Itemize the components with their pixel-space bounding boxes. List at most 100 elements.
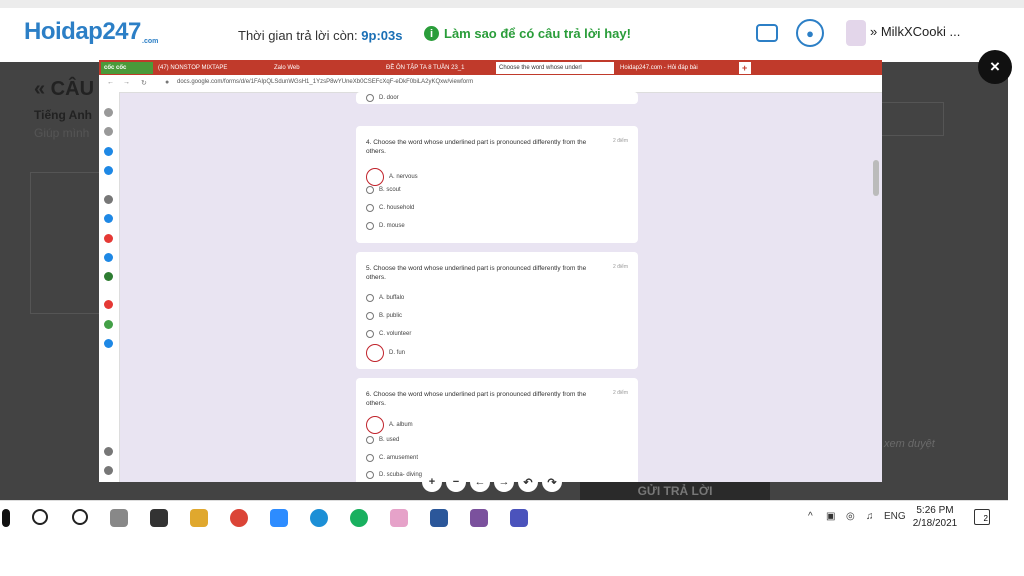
paint-icon[interactable] [390, 509, 408, 527]
task-view-icon[interactable] [110, 509, 128, 527]
option-row: A. nervous [366, 168, 418, 186]
reload-icon: ↻ [141, 80, 147, 87]
radio-icon [366, 94, 374, 102]
settings-icon [104, 108, 113, 117]
zoom-out-icon[interactable]: − [446, 472, 466, 492]
edge-icon[interactable] [310, 509, 328, 527]
zalo-icon [104, 166, 113, 175]
radio-icon [366, 222, 374, 230]
game-icon [104, 320, 113, 329]
word-icon[interactable] [430, 509, 448, 527]
browser-sidebar [99, 92, 120, 482]
tray-monitor-icon[interactable]: ▣ [826, 511, 835, 522]
chrome-icon[interactable] [230, 509, 248, 527]
tab-form: Choose the word whose underl [496, 62, 614, 74]
address-bar: ← → ↻ ● docs.google.com/forms/d/e/1FAIpQ… [99, 75, 882, 93]
circled-radio-icon [366, 344, 384, 362]
option-label: D. mouse [379, 223, 405, 229]
option-label: D. scuba- diving [379, 472, 423, 478]
option-row: B. scout [366, 186, 401, 194]
add-icon [104, 195, 113, 204]
radio-icon [366, 330, 374, 338]
avatar[interactable] [846, 20, 866, 46]
option-label: A. nervous [389, 174, 418, 180]
option-row: D. fun [366, 344, 405, 362]
history-icon [104, 127, 113, 136]
option-row: B. used [366, 436, 399, 444]
zoom-in-icon[interactable]: + [422, 472, 442, 492]
notification-center-icon[interactable]: 2 [974, 509, 990, 525]
answer-timer: Thời gian trả lời còn: 9p:03s [238, 28, 402, 43]
wifi-icon[interactable]: ◎ [846, 511, 855, 522]
radio-icon [366, 454, 374, 462]
subject-label: Tiếng Anh [34, 108, 92, 122]
tray-chevron-icon[interactable]: ^ [808, 511, 813, 522]
option-label: C. household [379, 205, 415, 211]
music-icon [104, 272, 113, 281]
option-row: B. public [366, 312, 402, 320]
option-label: A. buffalo [379, 295, 405, 301]
close-button[interactable]: × [978, 50, 1012, 84]
option-row: D. mouse [366, 222, 405, 230]
rotate-left-icon[interactable]: ↶ [518, 472, 538, 492]
tab-hoidap: Hoidap247.com - Hỏi đáp bài [620, 65, 698, 71]
volume-icon[interactable]: ♫ [866, 511, 874, 522]
page-title: « CÂU [34, 78, 95, 100]
attached-screenshot: cốc cốc (47) NONSTOP MIXTAPE Zalo Web ĐỀ… [99, 60, 882, 482]
rotate-right-icon[interactable]: ↷ [542, 472, 562, 492]
viber-icon[interactable] [470, 509, 488, 527]
notification-icon [104, 447, 113, 456]
answer-tip-link[interactable]: i Làm sao để có câu trả lời hay! [424, 26, 631, 41]
question-text: 5. Choose the word whose underlined part… [366, 265, 587, 281]
points-label: 2 điểm [612, 390, 628, 396]
coccoc-brand: cốc cốc [101, 62, 153, 74]
translate-icon [104, 214, 113, 223]
more-icon [104, 466, 113, 475]
option-row: C. volunteer [366, 330, 411, 338]
pending-review-text: xem duyệt [884, 438, 935, 450]
arrow-right-icon[interactable]: → [494, 472, 514, 492]
zoom-icon[interactable] [270, 509, 288, 527]
arrow-left-icon[interactable]: ← [470, 472, 490, 492]
scrollbar-thumb [873, 160, 879, 196]
logo-suffix: .com [142, 38, 159, 45]
option-label: B. scout [379, 187, 401, 193]
timer-label: Thời gian trả lời còn: [238, 28, 358, 43]
points-label: 2 điểm [612, 264, 628, 270]
site-logo[interactable]: Hoidap247 [24, 18, 141, 46]
forward-icon: → [123, 79, 130, 86]
info-icon: i [424, 26, 439, 41]
submit-answer-button[interactable]: GỬI TRẢ LỜI [580, 482, 770, 500]
teams-icon[interactable] [510, 509, 528, 527]
mail-icon[interactable] [150, 509, 168, 527]
messenger-icon [104, 147, 113, 156]
grammarly-icon[interactable] [350, 509, 368, 527]
image-viewer-toolbar: + − ← → ↶ ↷ [422, 472, 562, 492]
question-text: 6. Choose the word whose underlined part… [366, 391, 587, 407]
bell-icon[interactable]: ● [796, 19, 824, 47]
tab-bar: cốc cốc (47) NONSTOP MIXTAPE Zalo Web ĐỀ… [99, 60, 882, 75]
system-clock[interactable]: 5:26 PM 2/18/2021 [902, 504, 968, 530]
youtube-icon [104, 234, 113, 243]
tab-zalo: Zalo Web [274, 65, 300, 71]
search-icon[interactable] [32, 509, 48, 525]
notification-count: 2 [983, 514, 988, 523]
background-box [880, 102, 944, 136]
option-row: A. album [366, 416, 413, 434]
cortana-icon[interactable] [72, 509, 88, 525]
circled-radio-icon [366, 416, 384, 434]
chat-icon[interactable] [756, 24, 778, 42]
background-panel [30, 172, 102, 314]
file-explorer-icon[interactable] [190, 509, 208, 527]
start-icon[interactable] [2, 509, 10, 527]
news-icon [104, 300, 113, 309]
clock-time: 5:26 PM [916, 505, 954, 516]
back-icon: ← [107, 79, 114, 86]
username: MilkXCooki ... [880, 24, 961, 39]
tab-mixtape: (47) NONSTOP MIXTAPE [158, 65, 228, 71]
option-label: C. amusement [379, 455, 419, 461]
question-card-4: 4. Choose the word whose underlined part… [356, 126, 638, 243]
option-label: A. album [389, 422, 413, 428]
option-row: C. household [366, 204, 414, 212]
user-menu[interactable]: » MilkXCooki ... [870, 24, 960, 39]
